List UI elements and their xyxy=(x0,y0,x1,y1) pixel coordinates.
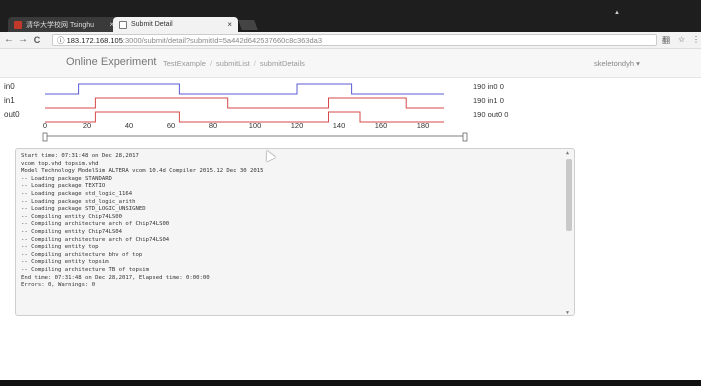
info-icon[interactable]: ⓘ xyxy=(57,36,65,45)
time-marker-handle xyxy=(42,132,48,142)
log-line: End time: 07:31:48 on Dec 28,2017, Elaps… xyxy=(21,274,210,281)
axis-tick-label: 80 xyxy=(209,121,217,130)
axis-tick-label: 40 xyxy=(125,121,133,130)
log-line: Errors: 0, Warnings: 0 xyxy=(21,282,96,289)
waveform-trace-in1 xyxy=(45,97,444,109)
scroll-up-icon[interactable]: ▲ xyxy=(566,150,569,156)
log-lines: Start time: 07:31:48 on Dec 28,2017 vcom … xyxy=(21,153,558,290)
url-path: :3000/submit/detail?submitId=5a442d64253… xyxy=(122,36,323,45)
tsinghua-favicon-icon xyxy=(14,20,22,29)
tab-submit-detail[interactable]: Submit Detail × xyxy=(113,17,238,32)
log-line: -- Loading package STANDARD xyxy=(21,175,112,182)
log-line: -- Loading package STD_LOGIC_UNSIGNED xyxy=(21,206,146,213)
brand-title[interactable]: Online Experiment xyxy=(66,56,157,68)
reload-button[interactable]: C xyxy=(32,34,42,46)
translate-icon[interactable]: 翻 xyxy=(662,35,670,46)
log-line: -- Compiling entity topsim xyxy=(21,259,109,266)
axis-tick-label: 140 xyxy=(333,121,346,130)
log-line: -- Compiling architecture TB of topsim xyxy=(21,266,149,273)
profile-icon[interactable]: ▲ xyxy=(614,10,620,16)
tab-tsinghua[interactable]: 清华大学校网 Tsinghu × xyxy=(8,17,120,32)
tab-title: Submit Detail xyxy=(131,21,173,28)
axis-tick-label: 180 xyxy=(417,121,430,130)
log-line: -- Loading package std_logic_1164 xyxy=(21,190,133,197)
tab-close-icon[interactable]: × xyxy=(227,20,232,29)
log-scrollbar[interactable]: ▲ ▼ xyxy=(566,150,572,315)
back-button[interactable]: ← xyxy=(4,34,14,46)
tab-title: 清华大学校网 Tsinghu xyxy=(26,21,95,29)
axis-tick-label: 0 xyxy=(43,121,47,130)
url-host: 183.172.168.105 xyxy=(66,36,123,45)
axis-tick-label: 60 xyxy=(167,121,175,130)
axis-tick-label: 100 xyxy=(249,121,262,130)
browser-tabstrip: 清华大学校网 Tsinghu × Submit Detail × ▲ xyxy=(0,0,701,32)
log-line: -- Compiling entity top xyxy=(21,244,99,251)
address-bar: ← → C ⓘ 183.172.168.105:3000/submit/deta… xyxy=(0,32,701,49)
breadcrumb-testexample[interactable]: TestExample xyxy=(163,59,206,68)
user-menu[interactable]: skeletondyh ▾ xyxy=(594,59,640,68)
time-marker-handle xyxy=(462,132,468,142)
log-line: -- Loading package std_logic_arith xyxy=(21,198,136,205)
axis-tick-label: 120 xyxy=(291,121,304,130)
log-line: -- Compiling entity Chip74LS00 xyxy=(21,213,123,220)
breadcrumb-submitlist[interactable]: submitList xyxy=(216,59,250,68)
log-line: -- Compiling architecture arch of Chip74… xyxy=(21,221,170,228)
log-line: Start time: 07:31:48 on Dec 28,2017 xyxy=(21,153,139,159)
url-input[interactable]: ⓘ 183.172.168.105:3000/submit/detail?sub… xyxy=(52,34,657,46)
log-line: -- Compiling architecture bhv of top xyxy=(21,251,143,258)
scroll-thumb[interactable] xyxy=(566,159,572,231)
breadcrumb: TestExample / submitList / submitDetails xyxy=(163,59,305,68)
taskbar xyxy=(0,380,701,386)
bookmark-star-icon[interactable]: ☆ xyxy=(678,35,685,44)
waveform-chart[interactable]: 0 20 40 60 80 100 120 140 160 180 xyxy=(0,78,701,148)
scroll-down-icon[interactable]: ▼ xyxy=(566,310,569,315)
waveform-trace-in0 xyxy=(45,83,444,95)
axis-tick-label: 20 xyxy=(83,121,91,130)
log-line: vcom top.vhd topsim.vhd xyxy=(21,160,99,167)
new-tab-button[interactable] xyxy=(238,20,258,30)
axis-tick-label: 160 xyxy=(375,121,388,130)
log-line: Model Technology ModelSim ALTERA vcom 10… xyxy=(21,168,264,175)
log-line: -- Compiling architecture arch of Chip74… xyxy=(21,236,170,243)
page-favicon-icon xyxy=(119,20,127,29)
log-line: -- Compiling entity Chip74LS04 xyxy=(21,228,123,235)
forward-button[interactable]: → xyxy=(18,34,28,46)
breadcrumb-submitdetails[interactable]: submitDetails xyxy=(260,59,305,68)
browser-menu-icon[interactable]: ⋮ xyxy=(692,35,700,44)
compile-log[interactable]: Start time: 07:31:48 on Dec 28,2017 vcom … xyxy=(15,148,575,316)
waveform-viewer: in0 in1 out0 190 in0 0 190 in1 0 190 out… xyxy=(0,78,701,148)
log-line: -- Loading package TEXTIO xyxy=(21,183,106,190)
app-navbar: Online Experiment TestExample / submitList… xyxy=(0,49,701,78)
